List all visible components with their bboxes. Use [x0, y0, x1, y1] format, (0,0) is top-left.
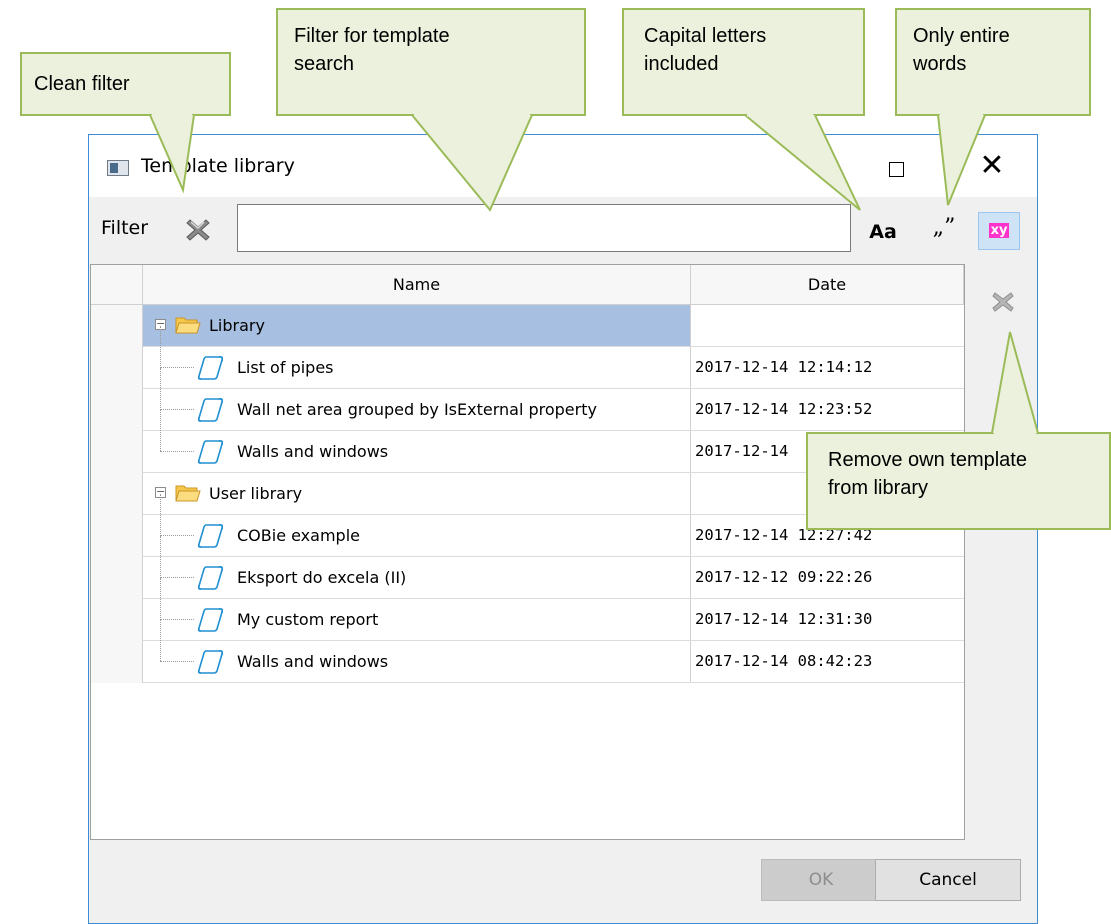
- template-name: Walls and windows: [237, 652, 389, 671]
- callout-capital-letters: Capital letters included: [622, 8, 865, 116]
- name-cell[interactable]: My custom report: [143, 578, 691, 640]
- tree-line: [160, 536, 161, 578]
- row-header[interactable]: [91, 515, 143, 557]
- callout-filter-search: Filter for template search: [276, 8, 586, 116]
- template-name: COBie example: [237, 526, 360, 545]
- name-cell[interactable]: − User library: [143, 473, 691, 514]
- column-header-name[interactable]: Name: [143, 265, 691, 305]
- row-header[interactable]: [91, 431, 143, 473]
- date-cell: [691, 305, 964, 346]
- tree-line: [160, 494, 161, 536]
- callout-text: Filter for template: [294, 25, 450, 47]
- name-cell[interactable]: COBie example: [143, 494, 691, 556]
- app-icon: [107, 160, 129, 176]
- name-cell[interactable]: Walls and windows: [143, 620, 691, 682]
- title-bar[interactable]: Template library ✕: [89, 135, 1037, 197]
- tree-line: [160, 661, 194, 662]
- callout-remove-template: Remove own template from library: [806, 432, 1111, 530]
- table-row-group[interactable]: − Library: [91, 305, 964, 347]
- tree-line: [160, 326, 161, 368]
- table-row[interactable]: Eksport do excela (II) 2017-12-12 09:22:2…: [91, 536, 964, 599]
- whole-words-toggle[interactable]: „”: [919, 211, 969, 245]
- name-cell[interactable]: Eksport do excela (II): [143, 536, 691, 598]
- callout-text: search: [294, 53, 355, 75]
- tree-line: [160, 368, 161, 410]
- callout-text: Only entire: [913, 25, 1010, 47]
- callout-text: Remove own template: [828, 449, 1027, 471]
- row-header[interactable]: [91, 473, 143, 515]
- callout-text: included: [644, 53, 719, 75]
- template-icon: [197, 565, 225, 591]
- row-header[interactable]: [91, 557, 143, 599]
- callout-text: Clean filter: [34, 73, 130, 95]
- name-cell[interactable]: List of pipes: [143, 326, 691, 388]
- filter-input[interactable]: [237, 204, 851, 252]
- tree-line: [160, 367, 194, 368]
- tree-line: [160, 410, 161, 451]
- row-header[interactable]: [91, 347, 143, 389]
- table-row[interactable]: My custom report 2017-12-14 12:31:30: [91, 578, 964, 641]
- column-header-date[interactable]: Date: [691, 265, 964, 305]
- callout-clean-filter: Clean filter: [20, 52, 231, 116]
- regex-toggle[interactable]: xy: [978, 212, 1020, 250]
- group-name: User library: [209, 484, 303, 503]
- date-cell: 2017-12-14 12:23:52: [695, 400, 873, 418]
- ok-button[interactable]: OK: [761, 859, 881, 901]
- row-header[interactable]: [91, 305, 143, 347]
- callout-text: from library: [828, 477, 929, 499]
- row-header-corner: [91, 265, 143, 305]
- maximize-icon[interactable]: [889, 162, 904, 177]
- regex-icon: xy: [989, 223, 1009, 238]
- name-cell[interactable]: Wall net area grouped by IsExternal prop…: [143, 368, 691, 430]
- window-title: Template library: [141, 155, 295, 177]
- name-cell[interactable]: − Library: [143, 305, 691, 346]
- date-cell: 2017-12-14 08:42:23: [695, 652, 873, 670]
- date-cell: 2017-12-14 12:14:12: [695, 358, 873, 376]
- clear-filter-icon[interactable]: [183, 215, 213, 245]
- callout-text: Capital letters: [644, 25, 767, 47]
- template-name: List of pipes: [237, 358, 334, 377]
- remove-icon[interactable]: [989, 288, 1017, 316]
- date-cell: 2017-12-12 09:22:26: [695, 568, 873, 586]
- tree-line: [160, 619, 194, 620]
- date-cell: 2017-12-14 12:31:30: [695, 610, 873, 628]
- match-case-toggle[interactable]: Aa: [859, 217, 907, 247]
- tree-line: [160, 535, 194, 536]
- row-header[interactable]: [91, 599, 143, 641]
- tree-line: [160, 577, 194, 578]
- table-row[interactable]: List of pipes 2017-12-14 12:14:12: [91, 326, 964, 389]
- template-icon: [197, 607, 225, 633]
- group-name: Library: [209, 316, 265, 335]
- template-icon: [197, 397, 225, 423]
- callout-text: words: [913, 53, 967, 75]
- tree-line: [160, 409, 194, 410]
- tree-line: [160, 578, 161, 620]
- callout-entire-words: Only entire words: [895, 8, 1091, 116]
- name-cell[interactable]: Walls and windows: [143, 410, 691, 472]
- cancel-button[interactable]: Cancel: [875, 859, 1021, 901]
- template-name: My custom report: [237, 610, 379, 629]
- table-row[interactable]: Walls and windows 2017-12-14 08:42:23: [91, 620, 964, 683]
- template-name: Wall net area grouped by IsExternal prop…: [237, 400, 597, 419]
- row-header[interactable]: [91, 641, 143, 683]
- table-row[interactable]: Wall net area grouped by IsExternal prop…: [91, 368, 964, 431]
- filter-label: Filter: [101, 217, 149, 239]
- template-icon: [197, 523, 225, 549]
- template-icon: [197, 439, 225, 465]
- folder-icon: [175, 483, 201, 503]
- template-name: Eksport do excela (II): [237, 568, 407, 587]
- row-header[interactable]: [91, 389, 143, 431]
- template-icon: [197, 355, 225, 381]
- tree-line: [160, 451, 194, 452]
- close-icon[interactable]: ✕: [977, 149, 1007, 183]
- template-icon: [197, 649, 225, 675]
- tree-line: [160, 620, 161, 661]
- folder-icon: [175, 315, 201, 335]
- template-grid[interactable]: Name Date − Library List of pipes 2017-12-1…: [90, 264, 965, 840]
- template-name: Walls and windows: [237, 442, 389, 461]
